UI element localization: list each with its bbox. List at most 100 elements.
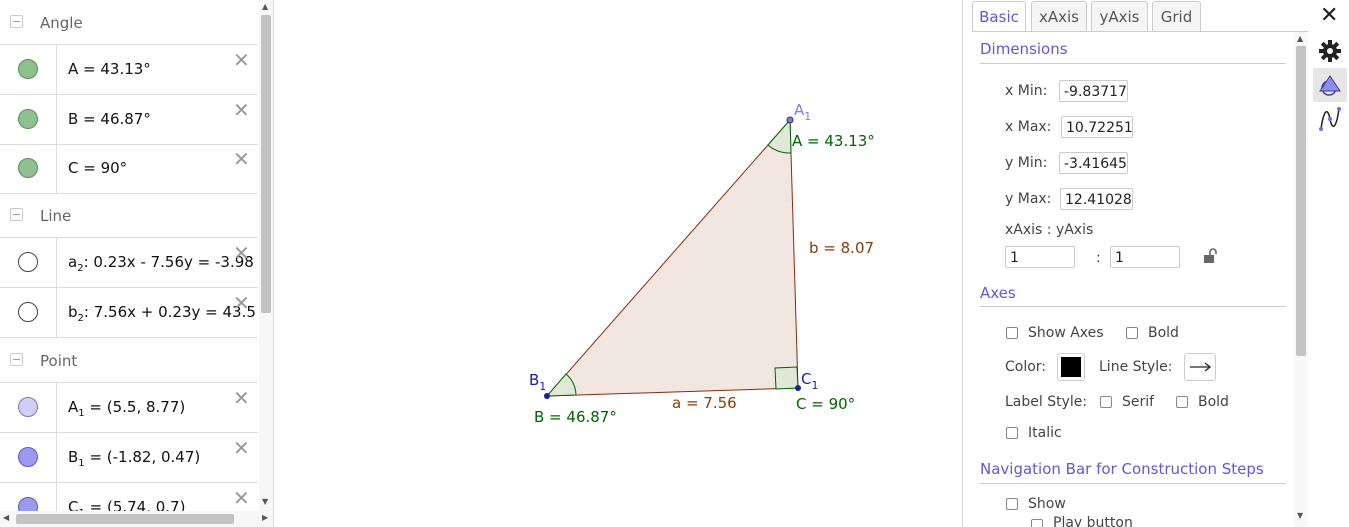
scroll-down-arrow-icon[interactable]: ▼ <box>262 497 268 506</box>
ymin-field[interactable]: -3.41645 <box>1059 152 1128 174</box>
angle-label-a: A = 43.13° <box>792 132 875 150</box>
algebra-item-angle-a[interactable]: A = 43.13° ✕ <box>0 45 258 95</box>
delete-icon[interactable]: ✕ <box>233 50 250 70</box>
visibility-marker[interactable] <box>0 288 57 337</box>
section-divider <box>980 483 1286 484</box>
delete-icon[interactable]: ✕ <box>233 149 250 169</box>
algebra-item-angle-b[interactable]: B = 46.87° ✕ <box>0 95 258 145</box>
algebra-item-point-b1[interactable]: B1 = (-1.82, 0.47) ✕ <box>0 433 258 483</box>
line-style-button[interactable] <box>1184 353 1216 381</box>
visibility-marker[interactable] <box>0 433 57 482</box>
ratio-y-field[interactable]: 1 <box>1110 246 1180 268</box>
point-a1[interactable] <box>786 116 794 124</box>
gear-icon[interactable] <box>1318 39 1342 63</box>
axis-color-swatch[interactable] <box>1057 353 1085 381</box>
right-angle-marker-c[interactable] <box>774 366 799 390</box>
hidden-dot-icon[interactable] <box>18 252 38 272</box>
section-divider <box>980 306 1286 307</box>
algebra-item-line-b2[interactable]: b2: 7.56x + 0.23y = 43.5 ✕ <box>0 288 258 338</box>
scroll-thumb[interactable] <box>261 15 271 313</box>
show-axes-checkbox[interactable] <box>1006 327 1018 339</box>
tab-xaxis[interactable]: xAxis <box>1031 1 1087 32</box>
bold-checkbox[interactable] <box>1126 327 1138 339</box>
algebra-expression[interactable]: a2: 0.23x - 7.56y = -3.98 <box>68 253 254 274</box>
delete-icon[interactable]: ✕ <box>233 488 250 508</box>
properties-icon-bar: ✕ <box>1309 0 1349 527</box>
arrow-line-icon <box>1190 362 1212 372</box>
graphics-properties-panel: Basic xAxis yAxis Grid Dimensions x Min:… <box>971 0 1309 527</box>
delete-icon[interactable]: ✕ <box>233 100 250 120</box>
scroll-left-arrow-icon[interactable]: ◀ <box>3 513 9 522</box>
point-b1[interactable] <box>544 393 550 399</box>
section-title-dimensions: Dimensions <box>980 40 1068 58</box>
visible-dot-icon[interactable] <box>18 109 38 129</box>
show-navbar-checkbox[interactable] <box>1006 498 1018 510</box>
xmin-field[interactable]: -9.83717 <box>1059 80 1128 102</box>
section-title-navigation-bar: Navigation Bar for Construction Steps <box>980 460 1264 478</box>
ymax-label: y Max: <box>1005 191 1052 207</box>
visibility-marker[interactable] <box>0 95 57 144</box>
group-header-angle[interactable]: − Angle <box>0 0 258 45</box>
visible-dot-icon[interactable] <box>18 158 38 178</box>
visible-dot-icon[interactable] <box>18 447 38 467</box>
play-button-checkbox[interactable] <box>1031 519 1043 527</box>
delete-icon[interactable]: ✕ <box>233 438 250 458</box>
delete-icon[interactable]: ✕ <box>233 243 250 263</box>
algebra-expression[interactable]: B = 46.87° <box>68 110 151 128</box>
bold-style-checkbox[interactable] <box>1176 396 1188 408</box>
xmax-field[interactable]: 10.72251 <box>1061 116 1133 138</box>
angle-label-b: B = 46.87° <box>534 408 617 426</box>
algebra-horizontal-scrollbar[interactable]: ◀ ▶ <box>0 511 273 527</box>
scroll-right-arrow-icon[interactable]: ▶ <box>262 513 268 522</box>
group-header-point[interactable]: − Point <box>0 338 258 383</box>
hidden-dot-icon[interactable] <box>18 302 38 322</box>
scroll-up-arrow-icon[interactable]: ▲ <box>262 2 268 11</box>
scroll-up-arrow-icon[interactable]: ▲ <box>1297 34 1303 43</box>
algebra-expression[interactable]: B1 = (-1.82, 0.47) <box>68 448 200 469</box>
graphics-canvas[interactable]: A1 B1 C1 A = 43.13° B = 46.87° C = 90° a… <box>282 0 962 527</box>
play-button-row-clip: Play button <box>971 514 1291 527</box>
graphics-view[interactable]: A1 B1 C1 A = 43.13° B = 46.87° C = 90° a… <box>282 0 962 527</box>
tab-basic[interactable]: Basic <box>972 1 1026 32</box>
delete-icon[interactable]: ✕ <box>233 293 250 313</box>
algebra-item-line-a2[interactable]: a2: 0.23x - 7.56y = -3.98 ✕ <box>0 238 258 288</box>
visibility-marker[interactable] <box>0 144 57 193</box>
properties-vertical-scrollbar[interactable]: ▲ ▼ <box>1294 32 1308 527</box>
algebra-item-point-a1[interactable]: A1 = (5.5, 8.77) ✕ <box>0 383 258 433</box>
scroll-thumb[interactable] <box>1296 46 1306 356</box>
algebra-item-angle-c[interactable]: C = 90° ✕ <box>0 144 258 194</box>
tab-yaxis[interactable]: yAxis <box>1091 1 1148 32</box>
italic-checkbox[interactable] <box>1006 427 1018 439</box>
algebra-expression[interactable]: A1 = (5.5, 8.77) <box>68 398 185 419</box>
close-icon[interactable]: ✕ <box>1320 4 1338 28</box>
line-style-label: Line Style: <box>1099 359 1173 375</box>
collapse-toggle-icon[interactable]: − <box>10 353 23 366</box>
scroll-thumb[interactable] <box>16 514 234 524</box>
tab-grid[interactable]: Grid <box>1152 1 1201 32</box>
collapse-toggle-icon[interactable]: − <box>10 15 23 28</box>
ymax-field[interactable]: 12.41028 <box>1060 188 1133 210</box>
delete-icon[interactable]: ✕ <box>233 388 250 408</box>
scroll-down-arrow-icon[interactable]: ▼ <box>1297 511 1303 520</box>
algebra-expression[interactable]: A = 43.13° <box>68 60 151 78</box>
serif-checkbox[interactable] <box>1100 396 1112 408</box>
algebra-expression[interactable]: C = 90° <box>68 159 127 177</box>
ymin-label: y Min: <box>1005 155 1048 171</box>
group-header-line[interactable]: − Line <box>0 193 258 238</box>
visible-dot-icon[interactable] <box>18 397 38 417</box>
visibility-marker[interactable] <box>0 383 57 432</box>
angle-arc-a[interactable] <box>767 118 792 154</box>
visible-dot-icon[interactable] <box>18 59 38 79</box>
function-graph-icon[interactable] <box>1318 106 1342 132</box>
graphics-settings-tab[interactable] <box>1313 68 1347 102</box>
visibility-marker[interactable] <box>0 238 57 287</box>
algebra-vertical-scrollbar[interactable]: ▲ ▼ <box>259 0 273 511</box>
unlock-icon[interactable] <box>1202 248 1220 264</box>
algebra-expression[interactable]: b2: 7.56x + 0.23y = 43.5 <box>68 303 256 324</box>
segment-label-b: b = 8.07 <box>809 239 874 257</box>
ratio-x-field[interactable]: 1 <box>1005 246 1075 268</box>
collapse-toggle-icon[interactable]: − <box>10 208 23 221</box>
visibility-marker[interactable] <box>0 45 57 94</box>
triangle-polygon[interactable] <box>547 120 798 396</box>
group-label-point: Point <box>40 352 78 370</box>
